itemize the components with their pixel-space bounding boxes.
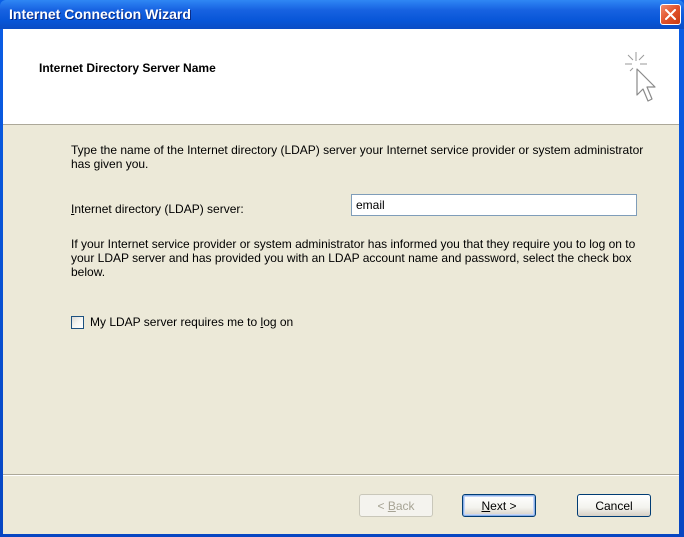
title-bar[interactable]: Internet Connection Wizard <box>0 0 684 29</box>
window-title: Internet Connection Wizard <box>9 6 191 22</box>
wizard-window: Internet Connection Wizard Internet Dire… <box>0 0 684 537</box>
logon-checkbox-label: My LDAP server requires me to log on <box>90 315 294 329</box>
page-title: Internet Directory Server Name <box>39 61 216 75</box>
wizard-client-area: Internet Directory Server Name Type the … <box>3 29 679 534</box>
intro-text: Type the name of the Internet directory … <box>71 143 644 171</box>
logon-checkbox[interactable] <box>71 315 84 329</box>
wizard-header: Internet Directory Server Name <box>3 29 679 125</box>
close-icon <box>665 9 676 20</box>
back-button[interactable]: < Back <box>359 494 433 517</box>
wizard-cursor-sparkle-icon <box>625 52 656 102</box>
close-button[interactable] <box>660 4 681 25</box>
cancel-button[interactable]: Cancel <box>577 494 651 517</box>
ldap-server-input[interactable] <box>351 194 637 216</box>
footer-divider <box>3 474 679 476</box>
logon-checkbox-row[interactable]: My LDAP server requires me to log on <box>71 314 293 330</box>
server-label: Internet directory (LDAP) server: <box>71 202 244 216</box>
logon-info-text: If your Internet service provider or sys… <box>71 237 636 279</box>
next-button[interactable]: Next > <box>462 494 536 517</box>
